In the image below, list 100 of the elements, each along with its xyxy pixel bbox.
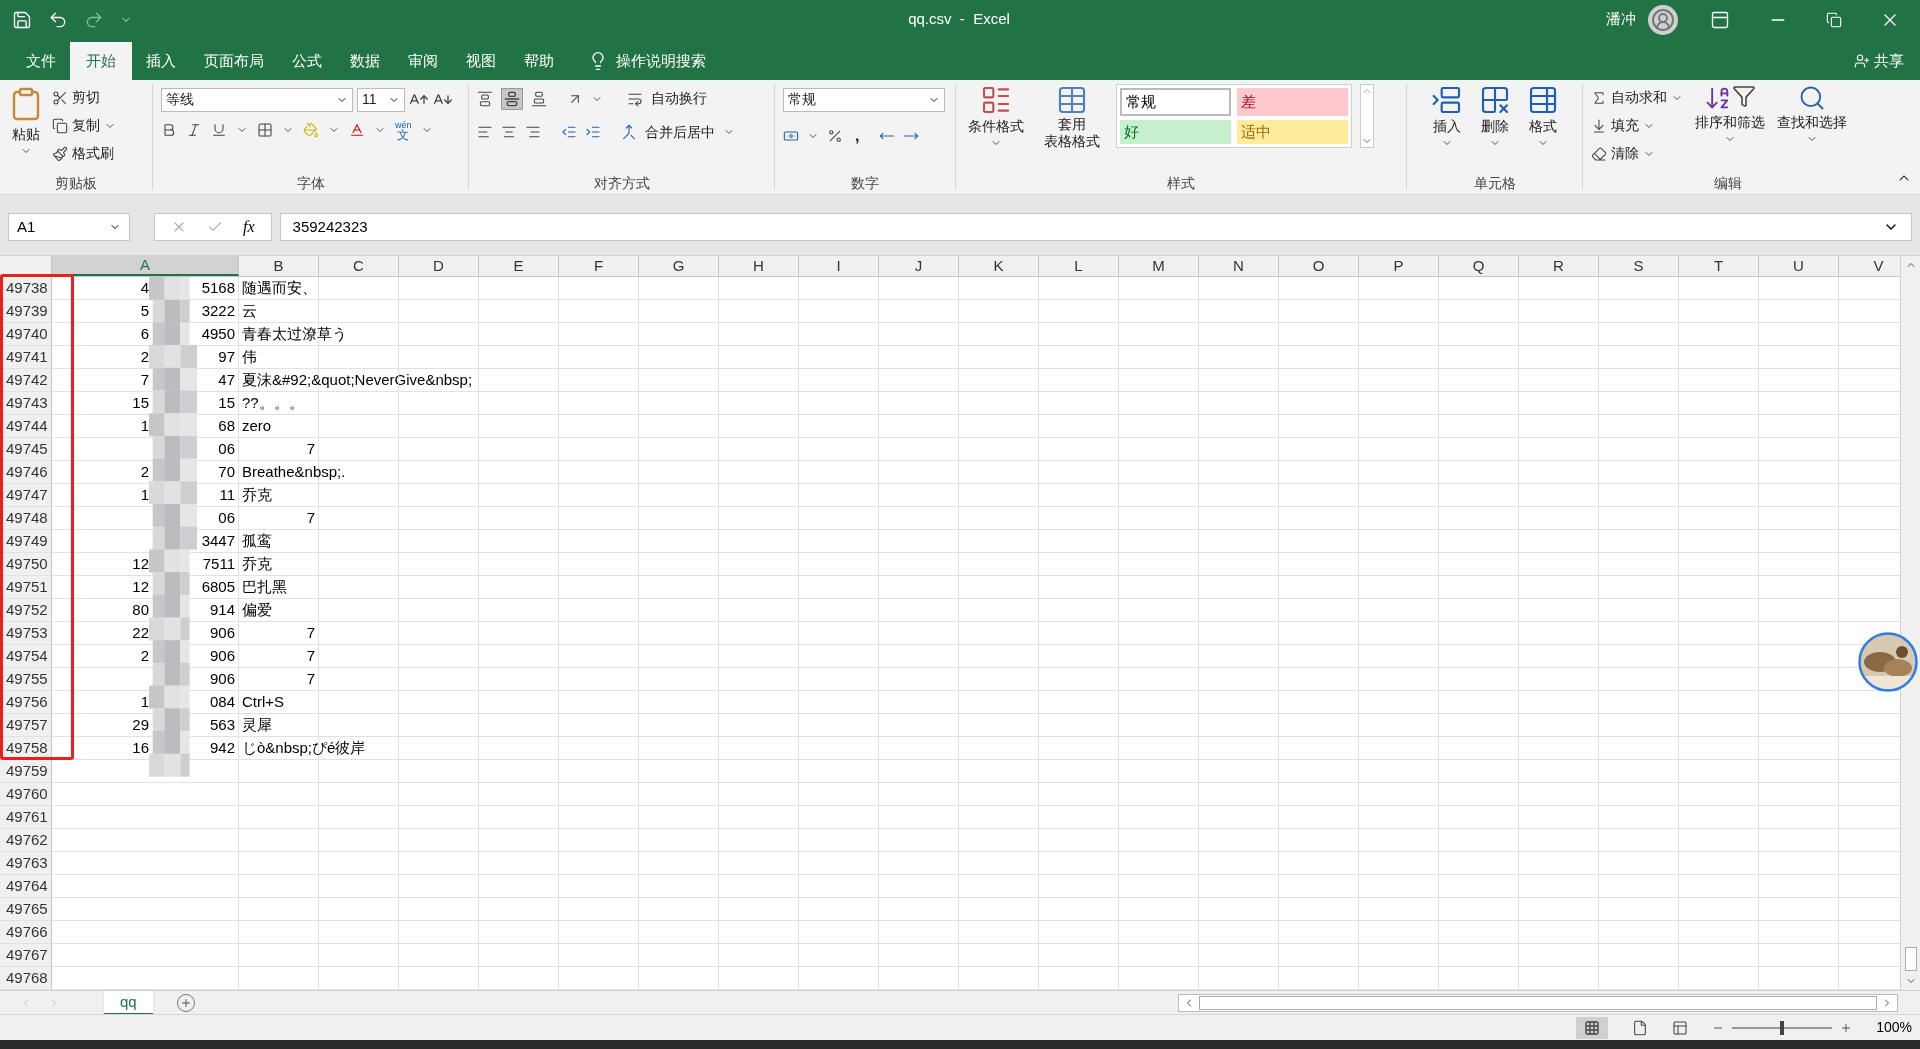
column-header[interactable]: U xyxy=(1759,256,1839,277)
column-header[interactable]: R xyxy=(1519,256,1599,277)
ribbon-button[interactable]: 清除 xyxy=(1611,143,1639,165)
cell-text: 06 xyxy=(218,508,235,529)
cell-text: 942 xyxy=(209,738,235,759)
tell-me-search[interactable]: 操作说明搜索 xyxy=(616,49,706,73)
comma-style-button[interactable]: , xyxy=(851,123,864,148)
fill-color-icon[interactable] xyxy=(303,121,319,138)
avatar-icon[interactable] xyxy=(1648,4,1678,35)
ribbon-button[interactable]: 删除 xyxy=(1480,115,1509,137)
eraser-icon[interactable] xyxy=(1591,145,1607,162)
share-icon[interactable] xyxy=(1854,52,1870,69)
ribbon-button[interactable]: 格式刷 xyxy=(72,143,114,165)
ribbon-tab[interactable]: 页面布局 xyxy=(190,41,278,80)
cell-style-swatch[interactable]: 适中 xyxy=(1237,119,1348,144)
font-size-field[interactable]: 11 xyxy=(357,87,405,112)
zoom-slider-thumb[interactable] xyxy=(1780,1020,1785,1035)
cell-style-swatch[interactable]: 常规 xyxy=(1120,87,1231,116)
share-button[interactable]: 共享 xyxy=(1874,49,1904,73)
merge-center-button[interactable]: 合并后居中 xyxy=(645,121,715,143)
column-header[interactable]: N xyxy=(1199,256,1279,277)
bold-icon[interactable] xyxy=(161,121,177,138)
column-header[interactable]: S xyxy=(1599,256,1679,277)
formula-input[interactable]: 359242323 xyxy=(279,213,1912,242)
italic-icon[interactable] xyxy=(186,121,202,138)
page-layout-icon[interactable] xyxy=(1632,1019,1649,1036)
scroll-thumb[interactable] xyxy=(1904,947,1917,972)
column-header[interactable]: A xyxy=(52,256,239,277)
filter-icon[interactable] xyxy=(1732,83,1756,108)
fill-down-icon[interactable] xyxy=(1591,117,1607,134)
ribbon-button[interactable]: 自动求和 xyxy=(1611,87,1667,109)
borders-icon[interactable] xyxy=(257,121,273,138)
column-header[interactable]: L xyxy=(1039,256,1119,277)
ribbon-button[interactable]: 插入 xyxy=(1432,115,1461,137)
insert-function-button[interactable]: fx xyxy=(243,215,255,240)
horizontal-scrollbar[interactable] xyxy=(1178,993,1898,1012)
paste-button[interactable]: 粘贴 xyxy=(12,123,40,145)
column-header[interactable]: B xyxy=(239,256,319,277)
paintbrush-icon[interactable] xyxy=(52,145,68,162)
column-header[interactable]: D xyxy=(399,256,479,277)
page-break-icon[interactable] xyxy=(1672,1019,1689,1036)
ribbon-tab[interactable]: 开始 xyxy=(70,41,132,80)
column-header[interactable]: C xyxy=(319,256,399,277)
cell-style-swatch[interactable]: 好 xyxy=(1120,119,1231,144)
column-header[interactable]: K xyxy=(959,256,1039,277)
save-icon[interactable] xyxy=(12,9,32,30)
cell-style-swatch[interactable]: 差 xyxy=(1237,87,1348,116)
sum-icon[interactable] xyxy=(1591,89,1607,106)
font-color-icon[interactable] xyxy=(349,121,365,138)
phonetic-button[interactable]: wén 文 xyxy=(395,119,412,140)
percent-icon[interactable] xyxy=(827,127,843,144)
ribbon-tab[interactable]: 视图 xyxy=(452,41,510,80)
name-box[interactable]: A1 xyxy=(8,213,130,242)
ribbon-button[interactable]: 复制 xyxy=(72,115,100,137)
ribbon-tab[interactable]: 文件 xyxy=(12,41,70,80)
underline-icon[interactable] xyxy=(211,121,227,138)
copy-icon[interactable] xyxy=(52,117,68,134)
font-name-field[interactable]: 等线 xyxy=(161,87,353,112)
column-header[interactable]: O xyxy=(1279,256,1359,277)
align-top-icon[interactable] xyxy=(477,90,493,107)
format-as-table-button[interactable]: 套用 表格格式 xyxy=(1044,115,1100,150)
normal-view-icon[interactable] xyxy=(1576,1016,1609,1039)
ribbon-tab[interactable]: 数据 xyxy=(336,41,394,80)
find-select-button[interactable]: 查找和选择 xyxy=(1777,111,1847,133)
zoom-in-icon[interactable] xyxy=(1840,1021,1853,1034)
restore-icon[interactable] xyxy=(1826,11,1842,28)
column-header[interactable]: M xyxy=(1119,256,1199,277)
column-header[interactable]: J xyxy=(879,256,959,277)
cell-text: 68 xyxy=(218,416,235,437)
column-header[interactable]: P xyxy=(1359,256,1439,277)
ribbon-display-icon[interactable] xyxy=(1710,9,1730,30)
ribbon-button[interactable]: 剪切 xyxy=(72,87,100,109)
column-header[interactable]: T xyxy=(1679,256,1759,277)
ribbon-tab[interactable]: 帮助 xyxy=(510,41,568,80)
ribbon-tab[interactable]: 审阅 xyxy=(394,41,452,80)
wrap-text-button[interactable]: 自动换行 xyxy=(651,88,707,110)
align-bottom-icon[interactable] xyxy=(531,90,547,107)
ribbon-button[interactable]: 格式 xyxy=(1528,115,1557,137)
vertical-scrollbar[interactable] xyxy=(1900,256,1920,991)
ribbon-tab[interactable]: 插入 xyxy=(132,41,190,80)
scissors-icon[interactable] xyxy=(52,89,68,106)
zoom-slider[interactable] xyxy=(1732,1020,1833,1035)
merge-icon[interactable] xyxy=(621,124,637,141)
sheet-tab[interactable]: qq xyxy=(104,990,153,1015)
zoom-level[interactable]: 100% xyxy=(1876,1017,1912,1039)
column-header[interactable]: H xyxy=(719,256,799,277)
column-header[interactable]: Q xyxy=(1439,256,1519,277)
sort-filter-button[interactable]: 排序和筛选 xyxy=(1695,111,1765,133)
ribbon-button[interactable]: 填充 xyxy=(1611,115,1639,137)
conditional-format-button[interactable]: 条件格式 xyxy=(968,115,1024,137)
column-header[interactable]: F xyxy=(559,256,639,277)
column-header[interactable]: E xyxy=(479,256,559,277)
ribbon-tab[interactable]: 公式 xyxy=(278,41,336,80)
column-header[interactable]: G xyxy=(639,256,719,277)
column-header[interactable]: I xyxy=(799,256,879,277)
group-label: 字体 xyxy=(296,173,325,193)
number-format-field[interactable]: 常规 xyxy=(783,87,945,112)
cell-text: 906 xyxy=(209,623,235,644)
scroll-thumb[interactable] xyxy=(1199,995,1877,1010)
align-middle-icon[interactable] xyxy=(501,87,523,110)
